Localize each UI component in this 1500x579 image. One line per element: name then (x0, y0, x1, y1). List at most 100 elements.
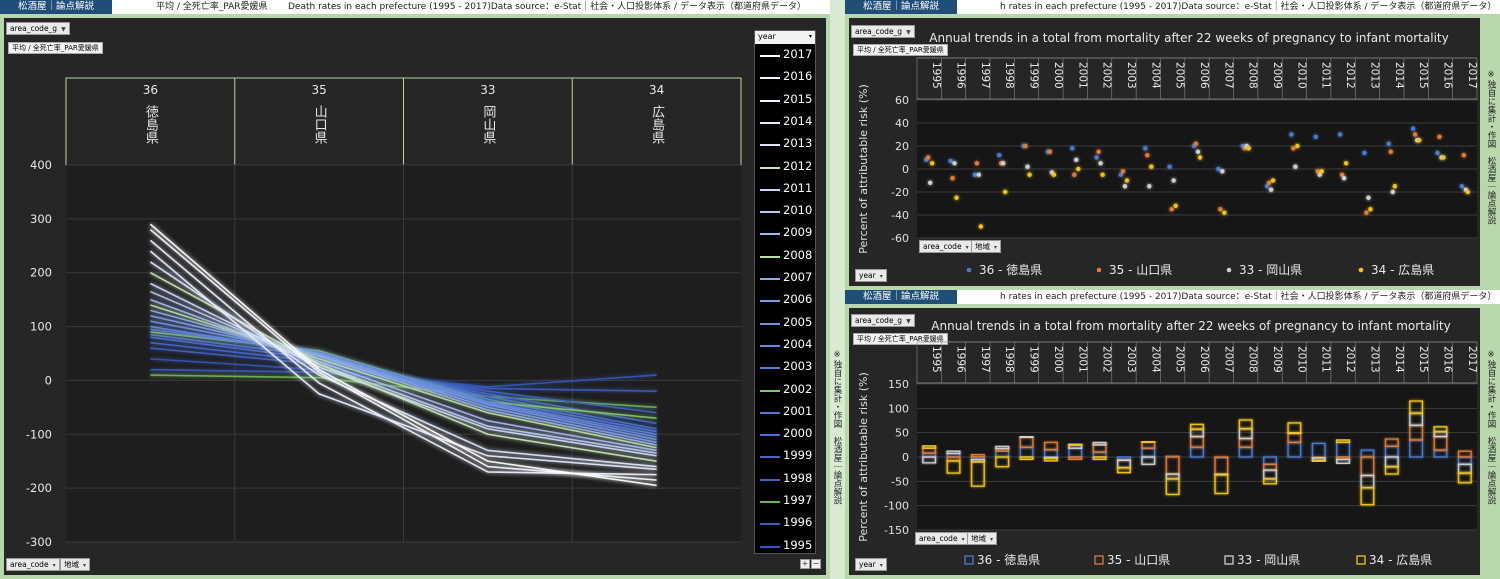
expand-button[interactable]: + (800, 559, 810, 569)
bar-segment (1141, 440, 1156, 444)
scatter-point (1173, 203, 1178, 208)
year-chip[interactable]: year ▾ (855, 269, 887, 282)
y-tick-label: 0 (902, 451, 909, 464)
region-chip[interactable]: 地域 ▾ (971, 240, 1002, 253)
legend-label: 2015 (783, 91, 813, 106)
legend-swatch (760, 77, 780, 80)
legend-swatch (760, 166, 780, 169)
scatter-point (1098, 161, 1103, 166)
x-tick-label: 2000 (1052, 62, 1064, 89)
legend-item-2006[interactable]: 2006 (755, 290, 815, 312)
legend-swatch (760, 121, 780, 124)
x-tick-label: 2004 (1149, 346, 1161, 373)
legend-item-2003[interactable]: 2003 (755, 357, 815, 379)
legend-label: 1999 (783, 448, 813, 463)
legend-item-2007[interactable]: 2007 (755, 268, 815, 290)
scatter-point (1094, 155, 1099, 160)
x-tick-label: 2012 (1344, 62, 1356, 89)
legend-item-2005[interactable]: 2005 (755, 313, 815, 335)
legend-title[interactable]: year ▾ (755, 31, 815, 44)
y-tick-label: -60 (891, 232, 909, 245)
scatter-point (1120, 169, 1126, 174)
legend-item-1997[interactable]: 1997 (755, 491, 815, 513)
legend-swatch (760, 255, 780, 258)
y-tick-label: 0 (902, 163, 909, 176)
x-tick-label: 2003 (1125, 62, 1137, 89)
y-axis-title: Percent of attributable risk (%) (857, 372, 870, 541)
scatter-point (1072, 172, 1077, 177)
legend-item-1995[interactable]: 1995 (755, 536, 815, 558)
legend-marker (966, 267, 972, 273)
legend-item-1998[interactable]: 1998 (755, 469, 815, 491)
crumb-measure: 平均 / 全死亡率_PAR愛媛県 (156, 2, 268, 12)
legend-label: 2003 (783, 359, 813, 374)
scatter-point (1195, 149, 1201, 154)
legend-item-1999[interactable]: 1999 (755, 446, 815, 468)
scatter-point (1465, 189, 1471, 195)
legend-label: 2017 (783, 47, 813, 61)
region-chip[interactable]: 地域 ▾ (60, 558, 91, 571)
legend-label: 35 - 山口県 (1109, 263, 1172, 277)
y-tick-label: -150 (884, 524, 909, 537)
legend-item-2016[interactable]: 2016 (755, 67, 815, 89)
x-tick-label: 2001 (1076, 62, 1088, 89)
scatter-point (1074, 157, 1079, 162)
scatter-point (974, 161, 980, 166)
legend-label: 2007 (783, 270, 813, 284)
x-tick-label: 2016 (1441, 346, 1453, 373)
legend-swatch (760, 55, 780, 57)
area-code-chip[interactable]: area_code ▾ (6, 558, 60, 571)
legend-swatch (760, 322, 780, 325)
legend-swatch (760, 278, 780, 280)
legend-label: 36 - 徳島県 (977, 552, 1040, 567)
legend-item-2008[interactable]: 2008 (755, 246, 815, 268)
legend-item-2000[interactable]: 2000 (755, 424, 815, 446)
x-tick-label: 1999 (1028, 346, 1040, 373)
scatter-point (1416, 138, 1422, 143)
scatter-point (1459, 184, 1465, 189)
legend-marker (1358, 267, 1364, 273)
legend-label: 2014 (783, 113, 813, 128)
category-name-label: 山口県 (312, 105, 328, 144)
year-chip[interactable]: year ▾ (855, 558, 887, 571)
x-tick-label: 2015 (1417, 62, 1429, 89)
legend-marker (1356, 555, 1366, 565)
y-tick-label: 0 (45, 373, 52, 387)
legend-item-2014[interactable]: 2014 (755, 112, 815, 134)
region-chip[interactable]: 地域 ▾ (967, 532, 998, 545)
scatter-point (1319, 169, 1324, 174)
legend-item-2002[interactable]: 2002 (755, 380, 815, 402)
scatter-point (954, 195, 959, 200)
legend-item-2013[interactable]: 2013 (755, 134, 815, 156)
x-tick-label: 2002 (1101, 62, 1113, 89)
legend-item-2009[interactable]: 2009 (755, 223, 815, 245)
legend-item-2010[interactable]: 2010 (755, 201, 815, 223)
legend-item-2001[interactable]: 2001 (755, 402, 815, 424)
x-tick-label: 2014 (1393, 346, 1405, 373)
area-code-chip[interactable]: area_code ▾ (919, 240, 973, 253)
legend-item-2015[interactable]: 2015 (755, 90, 815, 112)
scatter-point (1343, 161, 1349, 166)
x-tick-label: 2006 (1198, 346, 1210, 373)
collapse-button[interactable]: − (811, 559, 821, 569)
legend-label: 2008 (783, 247, 813, 262)
legend-swatch (760, 300, 780, 303)
rb-chart-panel: area_code_g ▼ 平均 / 全死亡率_PAR愛媛県 Annual tre… (849, 308, 1480, 575)
category-name-label: 岡山県 (480, 105, 496, 144)
area-code-chip[interactable]: area_code ▾ (915, 532, 969, 545)
legend-item-1996[interactable]: 1996 (755, 513, 815, 535)
y-tick-label: 100 (888, 402, 909, 415)
legend-label: 2005 (783, 314, 813, 329)
y-tick-label: -40 (891, 209, 909, 222)
scatter-point (1025, 164, 1030, 169)
line-chart: -300 -200 -100 0 100 200 300 400 36 徳島県 35 山口県 33 岡山県… (26, 77, 742, 549)
legend-marker (1096, 267, 1102, 273)
scatter-point (1313, 134, 1318, 139)
legend-item-2012[interactable]: 2012 (755, 157, 815, 179)
category-code-label: 36 (143, 83, 158, 97)
legend-item-2004[interactable]: 2004 (755, 335, 815, 357)
legend-item-2017[interactable]: 2017 (755, 45, 815, 67)
legend-item-2011[interactable]: 2011 (755, 179, 815, 201)
x-tick-label: 2004 (1149, 62, 1161, 89)
scatter-point (1412, 132, 1418, 137)
